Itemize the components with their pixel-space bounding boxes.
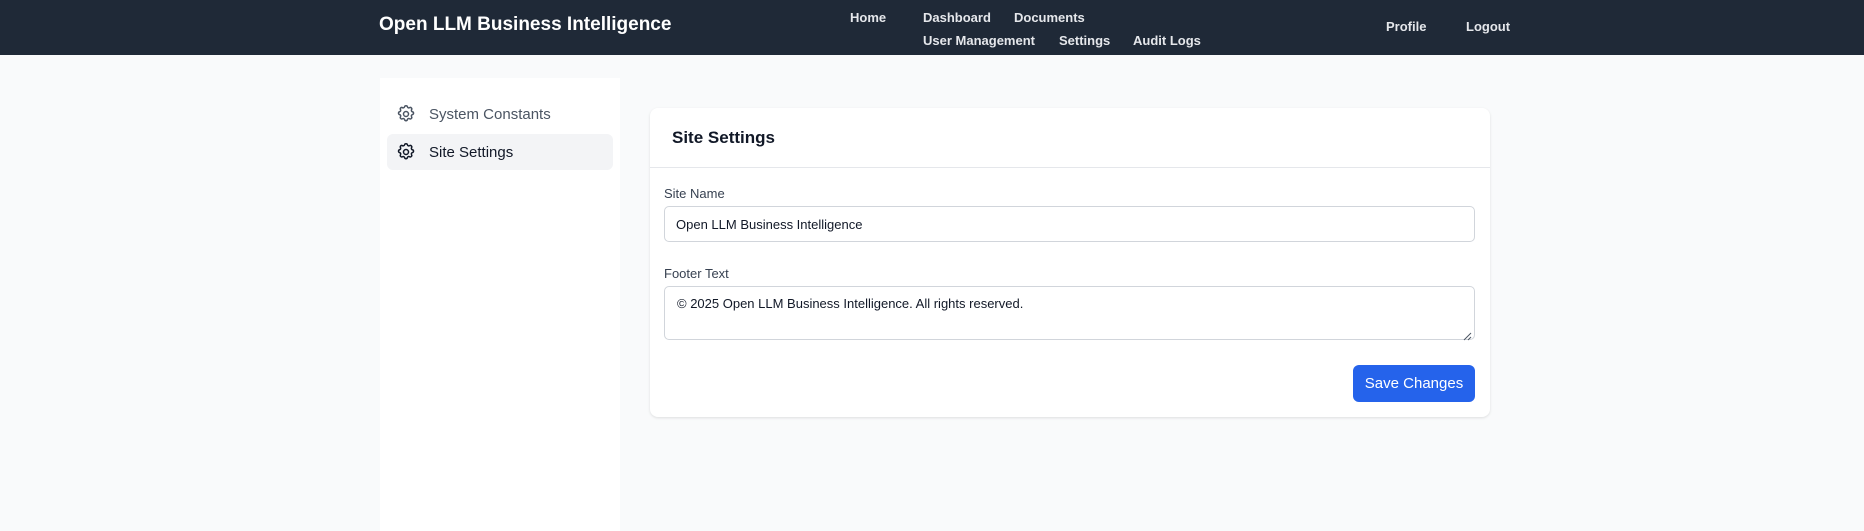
sidebar-item-label: Site Settings	[429, 143, 514, 161]
sidebar-item-site-settings[interactable]: Site Settings	[387, 134, 613, 170]
site-settings-card: Site Settings Site Name Footer Text © 20…	[650, 108, 1490, 417]
app-title[interactable]: Open LLM Business Intelligence	[379, 14, 671, 36]
sidebar-item-system-constants[interactable]: System Constants	[387, 96, 613, 132]
nav-user-management-link[interactable]: User Management	[923, 33, 1035, 48]
site-name-label: Site Name	[664, 186, 725, 201]
nav-settings-link[interactable]: Settings	[1059, 33, 1110, 48]
nav-logout-link[interactable]: Logout	[1466, 19, 1510, 34]
top-navbar: Open LLM Business Intelligence Home Dash…	[0, 0, 1864, 55]
nav-home-link[interactable]: Home	[850, 10, 886, 25]
footer-text-textarea[interactable]: © 2025 Open LLM Business Intelligence. A…	[664, 286, 1475, 340]
gear-icon	[396, 104, 416, 124]
resize-handle-icon[interactable]	[1462, 328, 1472, 341]
gear-icon	[396, 142, 416, 162]
site-name-input[interactable]	[664, 206, 1475, 242]
nav-profile-link[interactable]: Profile	[1386, 19, 1426, 34]
settings-sidebar: System Constants Site Settings	[380, 78, 620, 531]
sidebar-item-label: System Constants	[429, 105, 551, 123]
nav-audit-logs-link[interactable]: Audit Logs	[1133, 33, 1201, 48]
nav-documents-link[interactable]: Documents	[1014, 10, 1085, 25]
nav-dashboard-link[interactable]: Dashboard	[923, 10, 991, 25]
save-changes-button[interactable]: Save Changes	[1353, 365, 1475, 402]
card-header: Site Settings	[650, 108, 1490, 168]
footer-text-label: Footer Text	[664, 266, 729, 281]
card-title: Site Settings	[672, 128, 775, 147]
